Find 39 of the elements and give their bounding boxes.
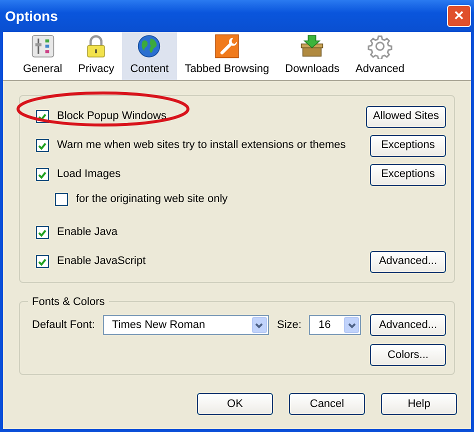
close-button[interactable]: ✕: [447, 5, 471, 27]
dialog-button[interactable]: OK: [197, 393, 273, 415]
toolbar-tab[interactable]: Content: [122, 32, 177, 80]
option-button[interactable]: Advanced...: [370, 250, 446, 272]
caret-icon: [254, 321, 264, 329]
checkbox[interactable]: [36, 139, 49, 152]
option-button[interactable]: Advanced...: [370, 314, 446, 336]
checkmark-icon: [37, 170, 48, 180]
size-dropdown[interactable]: 16: [309, 315, 362, 335]
checkbox[interactable]: [36, 226, 49, 239]
toolbar-tab[interactable]: General: [15, 32, 70, 80]
checkbox[interactable]: [55, 193, 68, 206]
toolbar-tab[interactable]: Advanced: [348, 32, 412, 80]
option-button[interactable]: Exceptions: [370, 164, 446, 186]
checkbox-label: Warn me when web sites try to install extensions or themes: [57, 138, 346, 154]
option-button[interactable]: Allowed Sites: [366, 106, 446, 128]
checkbox-label: for the originating web site only: [76, 192, 228, 208]
caret-icon: [346, 321, 357, 329]
field-label: Size:: [276, 318, 302, 333]
toolbar-tab[interactable]: Tabbed Browsing: [176, 32, 278, 80]
checkbox-label: Enable Java: [57, 225, 118, 240]
checkmark-icon: [37, 140, 48, 150]
checkbox-label: Enable JavaScript: [57, 254, 146, 270]
checkbox-label: Block Popup Windows: [57, 109, 166, 124]
toolbar-tab[interactable]: Downloads: [277, 32, 348, 80]
checkmark-icon: [37, 228, 48, 238]
font-dropdown[interactable]: Times New Roman: [102, 315, 269, 335]
checkbox[interactable]: [36, 255, 49, 268]
dialog-button[interactable]: Cancel: [289, 393, 365, 415]
checkbox[interactable]: [36, 168, 49, 181]
option-button[interactable]: Colors...: [370, 344, 446, 366]
window-title: Options: [5, 6, 58, 26]
checkbox-label: Load Images: [57, 167, 121, 182]
dialog-button[interactable]: Help: [381, 393, 457, 415]
toolbar-tab[interactable]: Privacy: [70, 32, 122, 80]
checkmark-icon: [37, 112, 48, 122]
field-label: Default Font:: [32, 318, 95, 333]
checkmark-icon: [37, 256, 48, 266]
option-button[interactable]: Exceptions: [370, 134, 446, 156]
